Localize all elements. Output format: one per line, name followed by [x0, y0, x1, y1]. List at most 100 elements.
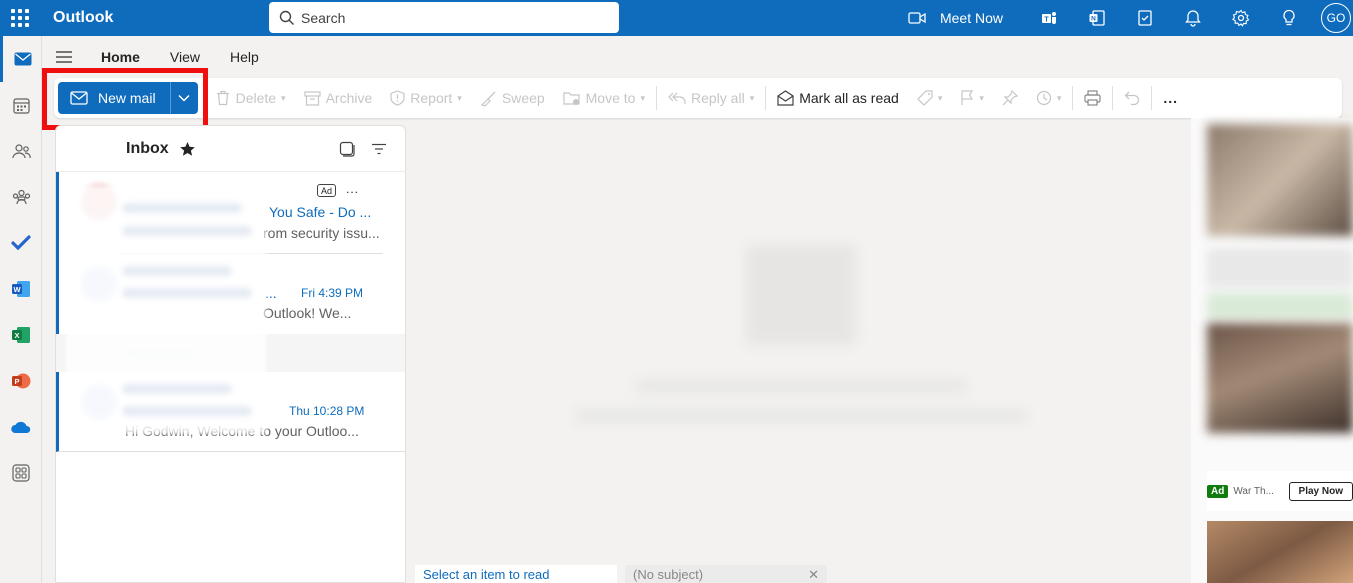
- message-subject: You Safe - Do ...: [269, 204, 372, 220]
- rail-todo[interactable]: [0, 220, 42, 266]
- select-item-tab[interactable]: Select an item to read: [415, 565, 617, 583]
- rail-powerpoint[interactable]: P: [0, 358, 42, 404]
- report-button[interactable]: Report ▾: [381, 82, 471, 114]
- delete-label: Delete: [235, 90, 277, 106]
- select-mode-icon[interactable]: [339, 141, 355, 157]
- more-options-button[interactable]: ...: [1154, 82, 1187, 114]
- ad-text-blur: [1207, 248, 1353, 288]
- account-avatar[interactable]: GO: [1321, 3, 1351, 33]
- search-input[interactable]: Search: [301, 10, 345, 26]
- gear-icon: [1232, 9, 1250, 27]
- inbox-label: Inbox: [126, 139, 169, 157]
- print-button[interactable]: [1075, 82, 1110, 114]
- archive-button[interactable]: Archive: [295, 82, 382, 114]
- close-icon[interactable]: ✕: [808, 567, 819, 583]
- pin-button[interactable]: [993, 82, 1027, 114]
- people-icon: [11, 143, 31, 158]
- sweep-label: Sweep: [501, 90, 545, 106]
- chevron-down-icon: ▾: [1056, 92, 1062, 103]
- message-preview: rom security issu...: [263, 225, 380, 241]
- report-label: Report: [410, 90, 453, 106]
- svg-text:W: W: [13, 285, 21, 294]
- blurred-text: [122, 406, 252, 416]
- categorize-button[interactable]: ▾: [908, 82, 952, 114]
- ad-image[interactable]: [1207, 323, 1353, 433]
- meet-now-button[interactable]: Meet Now: [908, 10, 1003, 26]
- folder-move-icon: [563, 92, 580, 105]
- blurred-text: [122, 288, 252, 298]
- toolbar-divider: [1151, 86, 1153, 110]
- to-do-button[interactable]: [1121, 0, 1169, 36]
- snooze-button[interactable]: ▾: [1027, 82, 1071, 114]
- ad-badge: Ad: [317, 184, 337, 197]
- trash-icon: [216, 90, 229, 106]
- waffle-icon: [11, 9, 29, 27]
- star-icon[interactable]: [179, 141, 196, 157]
- toolbar-divider: [1112, 86, 1114, 110]
- reply-all-label: Reply all: [690, 90, 745, 106]
- delete-button[interactable]: Delete ▾: [206, 82, 295, 114]
- rail-calendar[interactable]: [0, 82, 42, 128]
- rail-word[interactable]: W: [0, 266, 42, 312]
- svg-text:X: X: [14, 331, 19, 340]
- tag-icon: [916, 90, 933, 106]
- onenote-button[interactable]: N: [1073, 0, 1121, 36]
- meet-now-label: Meet Now: [939, 10, 1003, 26]
- mail-icon: [14, 52, 31, 66]
- play-now-button[interactable]: Play Now: [1288, 481, 1353, 501]
- tab-help[interactable]: Help: [215, 49, 274, 65]
- groups-icon: [12, 189, 30, 204]
- move-to-button[interactable]: Move to ▾: [554, 82, 654, 114]
- move-to-label: Move to: [585, 90, 636, 106]
- rail-more-apps[interactable]: [0, 450, 42, 496]
- reply-all-button[interactable]: Reply all ▾: [659, 82, 763, 114]
- blurred-sender: [122, 266, 232, 276]
- reading-pane: [406, 125, 1191, 583]
- onedrive-icon: [11, 421, 31, 433]
- draft-tab[interactable]: (No subject) ✕: [625, 565, 827, 583]
- chevron-down-icon: ▾: [640, 92, 645, 103]
- reply-all-icon: [668, 92, 686, 104]
- tab-view[interactable]: View: [155, 49, 215, 65]
- shield-icon: [390, 90, 405, 106]
- clock-icon: [1036, 90, 1051, 106]
- rail-groups[interactable]: [0, 174, 42, 220]
- top-bar: Outlook Search Meet Now T N GO: [0, 0, 1353, 36]
- calendar-icon: [12, 97, 30, 114]
- apps-grid-icon: [12, 464, 30, 482]
- rail-excel[interactable]: X: [0, 312, 42, 358]
- mark-all-read-label: Mark all as read: [799, 90, 899, 106]
- message-preview: Outlook! We...: [263, 305, 352, 321]
- rail-onedrive[interactable]: [0, 404, 42, 450]
- ad-image[interactable]: [1207, 521, 1353, 583]
- mark-all-read-button[interactable]: Mark all as read: [768, 82, 908, 114]
- undo-icon: [1124, 91, 1140, 106]
- teams-button[interactable]: T: [1025, 0, 1073, 36]
- rail-mail[interactable]: [0, 36, 42, 82]
- undo-button[interactable]: [1115, 82, 1149, 114]
- teams-icon: T: [1042, 12, 1056, 24]
- blurred-sender: [122, 203, 242, 213]
- search-box[interactable]: Search: [269, 2, 619, 33]
- sweep-button[interactable]: Sweep: [471, 82, 554, 114]
- chevron-down-icon: ▾: [749, 92, 755, 103]
- notifications-button[interactable]: [1169, 0, 1217, 36]
- more-options-icon[interactable]: ...: [346, 182, 359, 196]
- nav-toggle-button[interactable]: [42, 50, 86, 64]
- printer-icon: [1084, 90, 1102, 106]
- svg-text:T: T: [1044, 17, 1049, 24]
- settings-button[interactable]: [1217, 0, 1265, 36]
- archive-label: Archive: [325, 90, 373, 106]
- chevron-down-icon: ▾: [937, 92, 943, 103]
- app-launcher-button[interactable]: [0, 0, 40, 36]
- flag-button[interactable]: ▾: [951, 82, 993, 114]
- reading-tabs: Select an item to read (No subject) ✕: [415, 565, 827, 583]
- ad-image[interactable]: [1207, 124, 1353, 236]
- tips-button[interactable]: [1265, 0, 1313, 36]
- tab-home[interactable]: Home: [86, 49, 155, 65]
- chevron-down-icon: ▾: [281, 92, 286, 103]
- app-title[interactable]: Outlook: [53, 9, 268, 27]
- word-icon: W: [12, 281, 30, 297]
- rail-people[interactable]: [0, 128, 42, 174]
- filter-icon[interactable]: [371, 143, 387, 155]
